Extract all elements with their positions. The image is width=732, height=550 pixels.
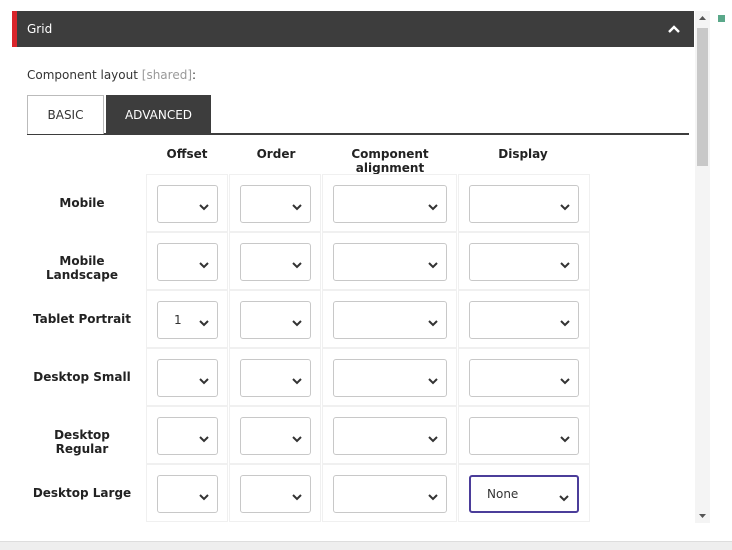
component-alignment-select[interactable] bbox=[333, 243, 447, 281]
row-label-desktop-regular: Desktop Regular bbox=[54, 428, 110, 456]
display-select[interactable] bbox=[469, 243, 579, 281]
grid-cell bbox=[458, 348, 590, 406]
display-select[interactable] bbox=[469, 417, 579, 455]
grid-cell bbox=[229, 348, 321, 406]
column-header-display: Display bbox=[498, 147, 548, 161]
grid-cell bbox=[229, 174, 321, 232]
display-select[interactable] bbox=[469, 301, 579, 339]
bottom-bar bbox=[0, 541, 732, 550]
grid-panel-header[interactable]: Grid bbox=[12, 11, 694, 47]
column-header-component-alignment: Component alignment bbox=[351, 147, 429, 175]
chevron-down-icon bbox=[428, 200, 438, 211]
grid-cell: None bbox=[458, 464, 590, 522]
chevron-down-icon bbox=[292, 374, 302, 385]
chevron-down-icon bbox=[292, 200, 302, 211]
display-select[interactable] bbox=[469, 359, 579, 397]
chevron-down-icon bbox=[199, 258, 209, 269]
grid-cell: 1 bbox=[146, 290, 228, 348]
chevron-down-icon bbox=[428, 258, 438, 269]
chevron-down-icon bbox=[199, 432, 209, 443]
row-label-mobile: Mobile bbox=[59, 196, 105, 210]
chevron-down-icon bbox=[428, 432, 438, 443]
order-select[interactable] bbox=[240, 301, 311, 339]
chevron-down-icon bbox=[560, 316, 570, 327]
grid-cell bbox=[146, 464, 228, 522]
grid-cell bbox=[322, 174, 457, 232]
order-select[interactable] bbox=[240, 359, 311, 397]
offset-select[interactable]: 1 bbox=[157, 301, 218, 339]
grid-cell bbox=[146, 174, 228, 232]
display-select[interactable] bbox=[469, 185, 579, 223]
select-value: 1 bbox=[174, 313, 182, 327]
grid-cell bbox=[322, 348, 457, 406]
chevron-down-icon bbox=[292, 432, 302, 443]
layout-label-colon: : bbox=[192, 68, 197, 82]
layout-tabs: BASIC ADVANCED bbox=[27, 95, 689, 135]
grid-cell bbox=[146, 406, 228, 464]
chevron-down-icon bbox=[560, 374, 570, 385]
scroll-down-arrow-icon[interactable] bbox=[695, 509, 710, 523]
chevron-down-icon bbox=[428, 374, 438, 385]
component-alignment-select[interactable] bbox=[333, 301, 447, 339]
chevron-down-icon bbox=[428, 316, 438, 327]
chevron-down-icon bbox=[560, 200, 570, 211]
order-select[interactable] bbox=[240, 243, 311, 281]
grid-cell bbox=[229, 232, 321, 290]
chevron-down-icon bbox=[199, 200, 209, 211]
grid-cell bbox=[458, 232, 590, 290]
offset-select[interactable] bbox=[157, 359, 218, 397]
chevron-down-icon bbox=[292, 316, 302, 327]
chevron-down-icon bbox=[292, 490, 302, 501]
chevron-down-icon bbox=[560, 258, 570, 269]
vertical-scrollbar[interactable] bbox=[695, 11, 710, 523]
chevron-down-icon bbox=[560, 432, 570, 443]
tab-advanced[interactable]: ADVANCED bbox=[106, 95, 211, 134]
row-label-desktop-small: Desktop Small bbox=[33, 370, 131, 384]
chevron-down-icon bbox=[199, 316, 209, 327]
grid-cell bbox=[458, 174, 590, 232]
offset-select[interactable] bbox=[157, 185, 218, 223]
grid-cell bbox=[458, 290, 590, 348]
tab-basic[interactable]: BASIC bbox=[27, 95, 104, 134]
order-select[interactable] bbox=[240, 417, 311, 455]
grid-cell bbox=[322, 290, 457, 348]
row-label-mobile-landscape: Mobile Landscape bbox=[46, 254, 118, 282]
chevron-down-icon bbox=[428, 490, 438, 501]
status-indicator bbox=[718, 15, 725, 22]
offset-select[interactable] bbox=[157, 417, 218, 455]
layout-label-text: Component layout bbox=[27, 68, 138, 82]
order-select[interactable] bbox=[240, 475, 311, 513]
panel-title: Grid bbox=[27, 22, 53, 36]
component-alignment-select[interactable] bbox=[333, 359, 447, 397]
offset-select[interactable] bbox=[157, 243, 218, 281]
offset-select[interactable] bbox=[157, 475, 218, 513]
display-select[interactable]: None bbox=[469, 475, 579, 513]
grid-cell bbox=[146, 348, 228, 406]
order-select[interactable] bbox=[240, 185, 311, 223]
grid-cell bbox=[458, 406, 590, 464]
grid-cell bbox=[322, 464, 457, 522]
component-alignment-select[interactable] bbox=[333, 185, 447, 223]
chevron-down-icon bbox=[292, 258, 302, 269]
chevron-down-icon bbox=[199, 374, 209, 385]
chevron-down-icon bbox=[199, 490, 209, 501]
chevron-up-icon[interactable] bbox=[654, 11, 694, 47]
chevron-down-icon bbox=[559, 491, 569, 502]
scroll-up-arrow-icon[interactable] bbox=[695, 11, 710, 25]
grid-cell bbox=[322, 406, 457, 464]
grid-cell bbox=[229, 290, 321, 348]
row-label-desktop-large: Desktop Large bbox=[32, 486, 132, 500]
component-layout-label: Component layout [shared]: bbox=[27, 68, 196, 82]
shared-tag: [shared] bbox=[141, 68, 193, 82]
component-alignment-select[interactable] bbox=[333, 475, 447, 513]
select-value: None bbox=[487, 487, 519, 501]
component-alignment-select[interactable] bbox=[333, 417, 447, 455]
grid-cell bbox=[229, 464, 321, 522]
row-label-tablet-portrait: Tablet Portrait bbox=[32, 312, 132, 326]
grid-cell bbox=[229, 406, 321, 464]
scrollbar-thumb[interactable] bbox=[697, 28, 708, 166]
grid-cell bbox=[322, 232, 457, 290]
grid-cell bbox=[146, 232, 228, 290]
